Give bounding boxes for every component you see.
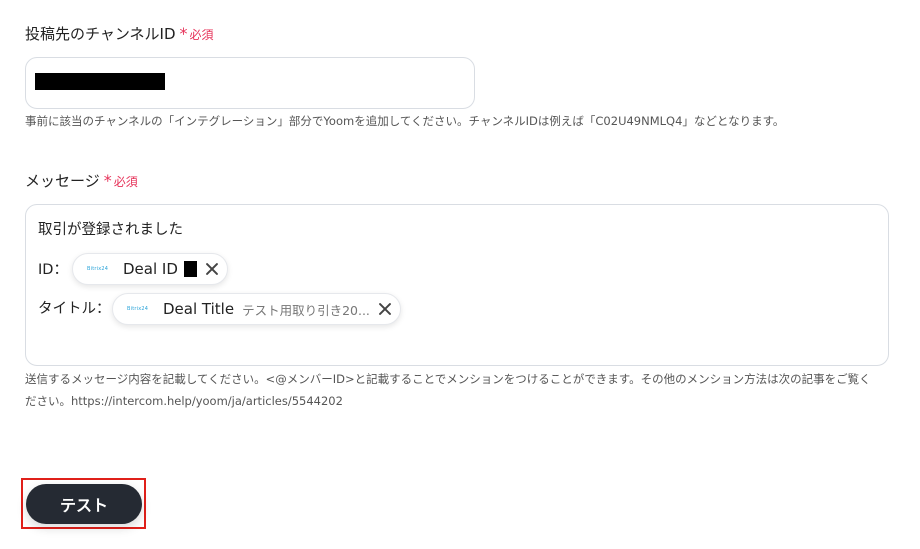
message-label: メッセージ * 必須 [25,171,138,192]
redacted-value [183,261,197,277]
channel-id-input[interactable] [25,57,475,109]
required-star: * [179,24,188,43]
message-label-text: メッセージ [25,172,100,190]
chip-label: Deal Title [163,300,235,318]
close-icon[interactable] [378,302,392,316]
chip-preview: テスト用取り引き20... [242,302,370,318]
test-button[interactable]: テスト [26,484,142,524]
redacted-channel-id [35,73,165,90]
required-marker: * 必須 [180,24,214,43]
required-marker: * 必須 [104,171,138,190]
close-icon[interactable] [205,262,219,276]
channel-id-label-text: 投稿先のチャンネルID [25,25,176,43]
deal-title-chip[interactable]: Bitrix24 Deal Title テスト用取り引き20... [112,293,401,325]
required-star: * [103,171,112,190]
message-help-line-1: 送信するメッセージ内容を記載してください。<@メンバーID>と記載することでメン… [25,372,871,386]
required-text: 必須 [189,28,214,42]
chip-label: Deal ID [123,260,178,278]
message-title-prefix: タイトル： [38,301,111,317]
deal-id-chip[interactable]: Bitrix24 Deal ID [72,253,228,285]
message-textarea[interactable]: 取引が登録されました ID： タイトル： Bitrix24 Deal ID Bi… [25,204,889,366]
channel-id-label: 投稿先のチャンネルID * 必須 [25,24,214,45]
required-text: 必須 [113,175,138,189]
channel-id-help: 事前に該当のチャンネルの「インテグレーション」部分でYoomを追加してください。… [25,114,785,128]
message-help-line-2: ださい。https://intercom.help/yoom/ja/articl… [25,394,343,408]
bitrix24-logo-icon: Bitrix24 [127,306,149,312]
message-id-prefix: ID： [38,262,68,278]
bitrix24-logo-icon: Bitrix24 [87,266,109,272]
message-line-1: 取引が登録されました [38,222,183,238]
